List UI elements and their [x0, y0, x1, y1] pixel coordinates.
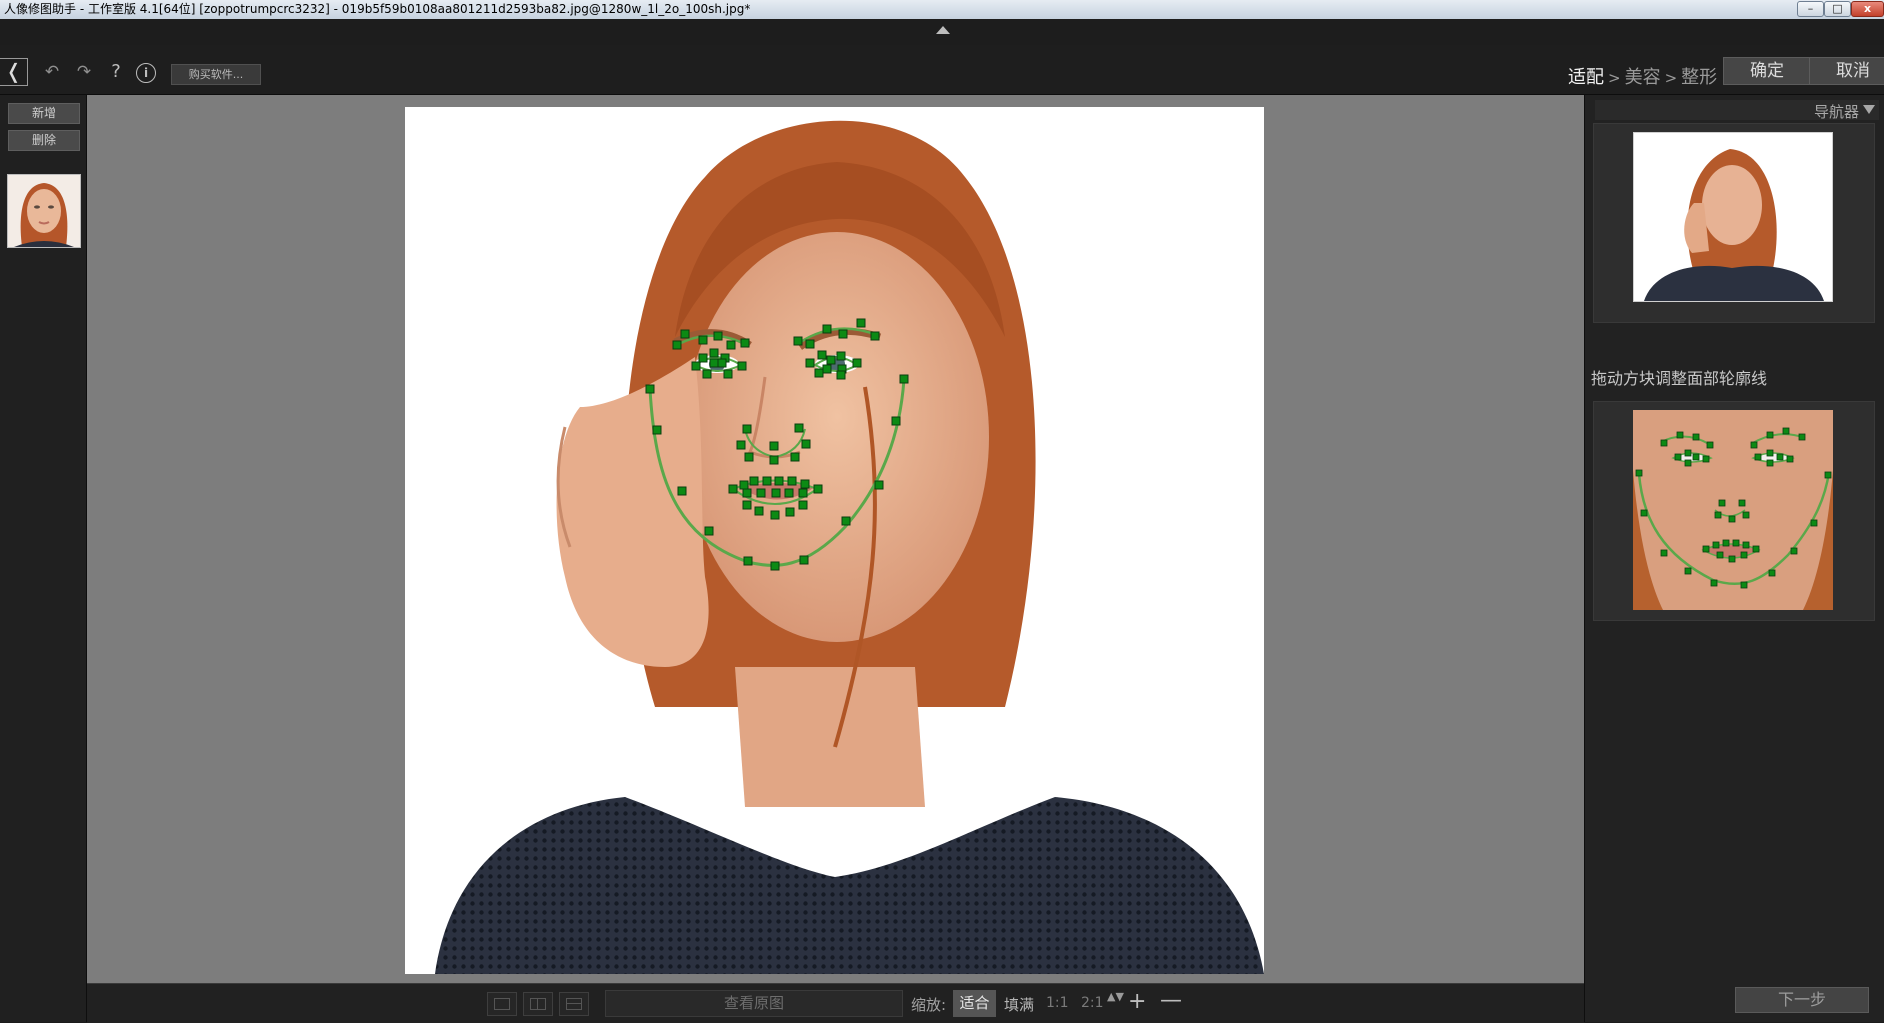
- face-preview-image[interactable]: [1633, 410, 1833, 610]
- zoom-1-1-button[interactable]: 1:1: [1046, 995, 1069, 1011]
- delete-button[interactable]: 删除: [8, 130, 80, 151]
- photo-canvas[interactable]: [87, 95, 1584, 983]
- navigator-panel: [1593, 123, 1875, 323]
- add-button[interactable]: 新增: [8, 103, 80, 124]
- face-thumbnail[interactable]: [7, 174, 81, 248]
- minimize-button[interactable]: –: [1797, 1, 1824, 17]
- undo-icon[interactable]: ↶: [41, 61, 63, 83]
- zoom-in-icon[interactable]: +: [1128, 989, 1146, 1014]
- view-split-horizontal-icon[interactable]: [559, 992, 589, 1016]
- breadcrumb-step-reshape[interactable]: 整形: [1681, 67, 1717, 88]
- zoom-label: 缩放:: [911, 996, 947, 1014]
- zoom-stepper-icon[interactable]: ▲▼: [1107, 991, 1124, 1002]
- redo-icon[interactable]: ↷: [73, 61, 95, 83]
- breadcrumb-step-beauty[interactable]: 美容: [1625, 67, 1661, 88]
- close-button[interactable]: x: [1851, 1, 1884, 17]
- workflow-breadcrumb: 适配 > 美容 > 整形: [1568, 63, 1717, 89]
- zoom-fit-button[interactable]: 适合: [953, 990, 996, 1017]
- navigator-title: 导航器: [1813, 103, 1859, 121]
- right-panel: 导航器 拖动方块调整面部轮廓线 下一步: [1584, 95, 1884, 1022]
- view-single-icon[interactable]: [487, 992, 517, 1016]
- app-logo-icon[interactable]: ❬: [0, 58, 28, 86]
- breadcrumb-step-fit[interactable]: 适配: [1568, 67, 1604, 88]
- view-split-vertical-icon[interactable]: [523, 992, 553, 1016]
- collapse-arrow-icon[interactable]: [936, 26, 950, 34]
- window-title: 人像修图助手 - 工作室版 4.1[64位] [zoppotrumpcrc323…: [4, 2, 751, 16]
- view-original-button[interactable]: 查看原图: [605, 990, 903, 1017]
- left-panel: 新增 删除: [0, 95, 87, 1022]
- navigator-thumbnail[interactable]: [1633, 132, 1833, 302]
- portrait-photo[interactable]: [405, 107, 1264, 974]
- confirm-button[interactable]: 确定: [1723, 57, 1811, 85]
- zoom-fill-button[interactable]: 填满: [1004, 994, 1034, 1015]
- next-step-button[interactable]: 下一步: [1735, 987, 1869, 1013]
- bottom-bar: 查看原图 缩放: 适合 填满 1:1 2:1 ▲▼ + —: [87, 983, 1584, 1023]
- buy-software-button[interactable]: 购买软件...: [171, 64, 261, 85]
- chevron-down-icon[interactable]: [1863, 105, 1875, 114]
- info-icon[interactable]: i: [136, 63, 156, 83]
- instruction-text: 拖动方块调整面部轮廓线: [1591, 369, 1768, 388]
- zoom-out-icon[interactable]: —: [1160, 988, 1182, 1013]
- collapse-strip: [0, 19, 1884, 45]
- help-icon[interactable]: ?: [105, 61, 127, 83]
- navigator-header[interactable]: 导航器: [1595, 100, 1879, 121]
- toolbar: ❬ ↶ ↷ ? i 购买软件... 适配 > 美容 > 整形 确定 取消: [0, 45, 1884, 95]
- breadcrumb-separator: >: [1608, 69, 1621, 87]
- cancel-button[interactable]: 取消: [1809, 57, 1884, 85]
- face-preview-panel: [1593, 401, 1875, 621]
- maximize-button[interactable]: □: [1824, 1, 1851, 17]
- title-bar: 人像修图助手 - 工作室版 4.1[64位] [zoppotrumpcrc323…: [0, 0, 1884, 19]
- breadcrumb-separator: >: [1664, 69, 1678, 87]
- zoom-2-1-button[interactable]: 2:1: [1081, 995, 1104, 1011]
